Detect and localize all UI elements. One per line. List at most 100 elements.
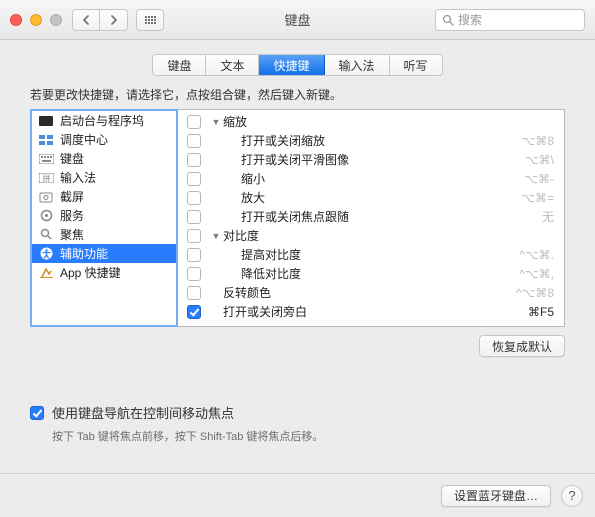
- sidebar-item-label: 键盘: [60, 150, 84, 167]
- spotlight-icon: [38, 228, 54, 242]
- checkbox-icon[interactable]: [187, 115, 201, 129]
- sidebar-item-screenshot[interactable]: 截屏: [32, 187, 176, 206]
- svg-text:拼: 拼: [42, 173, 50, 183]
- back-button[interactable]: [72, 9, 100, 31]
- tab-快捷键[interactable]: 快捷键: [259, 55, 324, 75]
- sidebar-item-accessibility[interactable]: 辅助功能: [32, 244, 176, 263]
- shortcut-row[interactable]: ▼打开或关闭焦点跟随无: [179, 207, 564, 226]
- disclosure-triangle-icon[interactable]: ▼: [209, 231, 223, 241]
- services-icon: [38, 209, 54, 223]
- keyboard-access-section: 使用键盘导航在控制间移动焦点 按下 Tab 键将焦点前移，按下 Shift-Ta…: [0, 369, 595, 444]
- chevron-left-icon: [82, 15, 90, 25]
- checkbox-icon[interactable]: [187, 134, 201, 148]
- full-keyboard-access-hint: 按下 Tab 键将焦点前移，按下 Shift-Tab 键将焦点后移。: [52, 428, 565, 444]
- shortcut-row[interactable]: ▼降低对比度^⌥⌘,: [179, 264, 564, 283]
- shortcut-row[interactable]: ▼打开或关闭平滑图像⌥⌘\: [179, 150, 564, 169]
- shortcut-label: 降低对比度: [237, 265, 519, 282]
- shortcut-row[interactable]: ▼放大⌥⌘=: [179, 188, 564, 207]
- tab-文本[interactable]: 文本: [206, 55, 259, 75]
- shortcut-row[interactable]: ▼缩放: [179, 112, 564, 131]
- screenshot-icon: [38, 190, 54, 204]
- tab-键盘[interactable]: 键盘: [153, 55, 206, 75]
- sidebar-item-label: 调度中心: [60, 131, 108, 148]
- shortcut-label: 打开或关闭旁白: [223, 303, 528, 320]
- chevron-right-icon: [110, 15, 118, 25]
- shortcut-label: 缩小: [237, 170, 524, 187]
- shortcut-row[interactable]: ▼提高对比度^⌥⌘.: [179, 245, 564, 264]
- search-field[interactable]: 搜索: [435, 9, 585, 31]
- checkbox-icon[interactable]: [187, 153, 201, 167]
- disclosure-triangle-icon[interactable]: ▼: [209, 117, 223, 127]
- segmented-control: 键盘文本快捷键输入法听写: [152, 54, 442, 76]
- shortcut-keys: ^⌥⌘,: [519, 267, 554, 281]
- sidebar-item-label: 启动台与程序坞: [60, 112, 144, 129]
- checkbox-icon[interactable]: [187, 210, 201, 224]
- sidebar-item-services[interactable]: 服务: [32, 206, 176, 225]
- shortcut-label: 打开或关闭焦点跟随: [237, 208, 542, 225]
- help-button[interactable]: ?: [561, 485, 583, 507]
- shortcut-label: 放大: [237, 189, 521, 206]
- sidebar-item-label: 服务: [60, 207, 84, 224]
- shortcut-label: 打开或关闭平滑图像: [237, 151, 525, 168]
- appshortcuts-icon: [38, 266, 54, 280]
- minimize-icon[interactable]: [30, 14, 42, 26]
- shortcuts-panel: 启动台与程序坞调度中心键盘拼输入法截屏服务聚焦辅助功能App 快捷键 ▼缩放▼打…: [30, 109, 565, 327]
- shortcut-keys: ^⌥⌘.: [519, 248, 554, 262]
- checkbox-icon: [30, 406, 44, 420]
- restore-defaults-button[interactable]: 恢复成默认: [479, 335, 565, 357]
- shortcut-list[interactable]: ▼缩放▼打开或关闭缩放⌥⌘8▼打开或关闭平滑图像⌥⌘\▼缩小⌥⌘-▼放大⌥⌘=▼…: [179, 110, 564, 326]
- sidebar-item-mission[interactable]: 调度中心: [32, 130, 176, 149]
- shortcut-row[interactable]: ▼打开或关闭旁白⌘F5: [179, 302, 564, 321]
- accessibility-icon: [38, 247, 54, 261]
- tab-bar: 键盘文本快捷键输入法听写: [0, 40, 595, 86]
- sidebar-item-keyboard[interactable]: 键盘: [32, 149, 176, 168]
- checkbox-icon[interactable]: [187, 172, 201, 186]
- forward-button[interactable]: [100, 9, 128, 31]
- mission-icon: [38, 133, 54, 147]
- shortcut-keys: ⌥⌘=: [521, 191, 554, 205]
- category-sidebar[interactable]: 启动台与程序坞调度中心键盘拼输入法截屏服务聚焦辅助功能App 快捷键: [30, 109, 178, 327]
- full-keyboard-access-checkbox[interactable]: 使用键盘导航在控制间移动焦点: [30, 403, 565, 422]
- sidebar-item-spotlight[interactable]: 聚焦: [32, 225, 176, 244]
- shortcut-label: 反转颜色: [223, 284, 516, 301]
- tab-输入法[interactable]: 输入法: [325, 55, 390, 75]
- shortcut-keys: ⌥⌘8: [521, 134, 554, 148]
- show-all-button[interactable]: [136, 9, 164, 31]
- shortcut-row[interactable]: ▼反转颜色^⌥⌘8: [179, 283, 564, 302]
- bluetooth-keyboard-button[interactable]: 设置蓝牙键盘…: [441, 485, 551, 507]
- sidebar-item-label: 聚焦: [60, 226, 84, 243]
- search-icon: [442, 14, 454, 26]
- footer: 设置蓝牙键盘… ?: [0, 473, 595, 517]
- sidebar-item-label: 截屏: [60, 188, 84, 205]
- nav-group: [72, 9, 128, 31]
- shortcut-row[interactable]: ▼缩小⌥⌘-: [179, 169, 564, 188]
- shortcut-keys: ⌥⌘-: [524, 172, 554, 186]
- keyboard-icon: [38, 152, 54, 166]
- search-placeholder: 搜索: [458, 11, 482, 28]
- sidebar-item-input[interactable]: 拼输入法: [32, 168, 176, 187]
- shortcut-label: 提高对比度: [237, 246, 519, 263]
- shortcut-label: 缩放: [223, 113, 554, 130]
- input-icon: 拼: [38, 171, 54, 185]
- sidebar-item-label: 输入法: [60, 169, 96, 186]
- tab-听写[interactable]: 听写: [390, 55, 442, 75]
- zoom-icon[interactable]: [50, 14, 62, 26]
- checkbox-icon[interactable]: [187, 191, 201, 205]
- content-area: 若要更改快捷键，请选择它，点按组合键，然后键入新键。 启动台与程序坞调度中心键盘…: [0, 86, 595, 369]
- sidebar-item-label: App 快捷键: [60, 264, 121, 281]
- close-icon[interactable]: [10, 14, 22, 26]
- shortcut-row[interactable]: ▼对比度: [179, 226, 564, 245]
- sidebar-item-appshortcuts[interactable]: App 快捷键: [32, 263, 176, 282]
- shortcut-row[interactable]: ▼打开或关闭缩放⌥⌘8: [179, 131, 564, 150]
- window-controls: [10, 14, 62, 26]
- checkbox-icon[interactable]: [187, 267, 201, 281]
- shortcut-label: 打开或关闭缩放: [237, 132, 521, 149]
- sidebar-item-launchpad[interactable]: 启动台与程序坞: [32, 111, 176, 130]
- sidebar-item-label: 辅助功能: [60, 245, 108, 262]
- shortcut-keys: ⌘F5: [528, 305, 554, 319]
- checkbox-icon[interactable]: [187, 286, 201, 300]
- checkbox-icon[interactable]: [187, 229, 201, 243]
- checkbox-icon[interactable]: [187, 248, 201, 262]
- checkbox-icon[interactable]: [187, 305, 201, 319]
- shortcut-label: 对比度: [223, 227, 554, 244]
